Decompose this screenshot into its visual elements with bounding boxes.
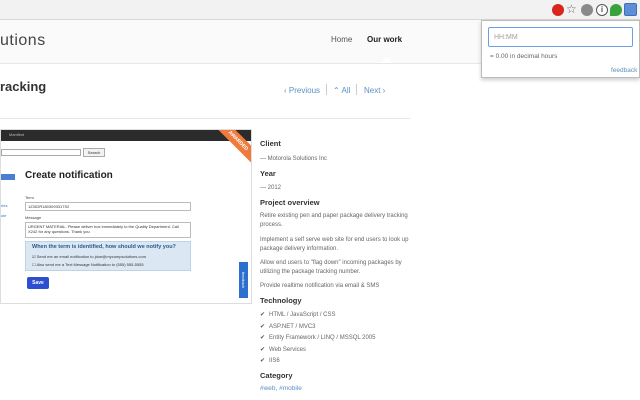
check-icon: ✔ [260,358,266,364]
check-icon: ✔ [260,335,266,341]
overview-item: Provide realtime notification via email … [260,283,380,289]
client-value: — Motorola Solutions Inc [260,156,328,162]
check-icon: ✔ [260,347,266,353]
screenshot-notify-heading: When the term is identified, how should … [32,244,176,250]
all-link[interactable]: ⌃ All [333,86,350,95]
screenshot-email-option-label: Send me an email notification to jdoe@my… [36,254,146,259]
client-heading: Client [260,139,281,148]
pager-divider [356,84,357,95]
red-extension-icon[interactable] [552,4,564,16]
technology-label: ASP.NET / MVC3 [269,324,316,330]
screenshot-message-field: URGENT MATERIAL. Please deliver box imme… [25,222,191,238]
pager-divider [326,84,327,95]
time-converter-popup: = 0.00 in decimal hours feedback [481,20,640,78]
screenshot-notify-box: When the term is identified, how should … [25,241,191,271]
category-heading: Category [260,371,293,380]
screenshot-side-link: ries [1,203,8,208]
star-icon[interactable]: ☆ [566,2,577,16]
screenshot-term-field: 1Z302R1803093317S2 [25,202,191,211]
technology-label: Web Services [269,347,306,353]
screenshot-search-button: Search [83,148,105,157]
year-heading: Year [260,169,276,178]
technology-item: ✔ ASP.NET / MVC3 [260,323,316,330]
technology-item: ✔ IIS6 [260,357,280,364]
check-icon: ✔ [260,312,266,318]
technology-label: IIS6 [269,358,280,364]
site-logo[interactable]: utions [0,32,46,50]
screenshot-term-label: Term [25,195,34,200]
year-value: — 2012 [260,185,282,191]
green-extension-icon[interactable] [610,4,622,16]
page-title: racking [0,79,47,94]
nav-active-caret [381,57,393,63]
gray-extension-icon[interactable] [581,4,593,16]
screenshot-save-button: Save [27,277,49,289]
divider [0,118,410,119]
screenshot-feedback-tab: feedback [239,262,248,298]
screenshot-side-active [1,174,15,180]
category-links[interactable]: #web, #mobile [260,385,302,392]
nav-home[interactable]: Home [331,35,352,44]
time-input[interactable] [488,27,633,47]
popup-feedback-link[interactable]: feedback [611,67,637,74]
screenshot-topbar: Manifest Secure [1,130,251,141]
screenshot-email-option: ☑ Send me an email notification to jdoe@… [32,254,146,259]
screenshot-search-field [1,149,81,156]
technology-item: ✔ HTML / JavaScript / CSS [260,311,336,318]
info-icon[interactable]: i [596,4,608,16]
technology-heading: Technology [260,296,302,305]
technology-item: ✔ Entity Framework / LINQ / MSSQL 2005 [260,334,376,341]
next-link[interactable]: Next › [364,86,385,95]
overview-item: Retire existing pen and paper package de… [260,213,408,228]
technology-item: ✔ Web Services [260,346,306,353]
screenshot-topbar-label: Manifest [9,132,25,137]
technology-label: Entity Framework / LINQ / MSSQL 2005 [269,335,376,341]
decimal-hours-result: = 0.00 in decimal hours [490,53,558,60]
profile-icon[interactable] [624,3,637,16]
technology-label: HTML / JavaScript / CSS [269,312,336,318]
overview-item: Implement a self serve web site for end … [260,237,409,252]
browser-toolbar: ☆ i [0,0,640,20]
nav-our-work[interactable]: Our work [367,35,402,44]
overview-heading: Project overview [260,198,320,207]
screenshot-message-label: Message [25,215,42,220]
check-icon: ✔ [260,324,266,330]
previous-link[interactable]: ‹ Previous [284,86,320,95]
screenshot-sms-option-label: Also send me a Text Message Notification… [36,262,144,267]
project-screenshot: Manifest Secure AWARDED Search ries ole … [0,129,252,304]
screenshot-sms-option: ☐ Also send me a Text Message Notificati… [32,262,144,267]
overview-item: Allow end users to "flag down" incoming … [260,260,402,275]
screenshot-side-link: ole [1,213,7,218]
screenshot-heading: Create notification [25,170,113,181]
